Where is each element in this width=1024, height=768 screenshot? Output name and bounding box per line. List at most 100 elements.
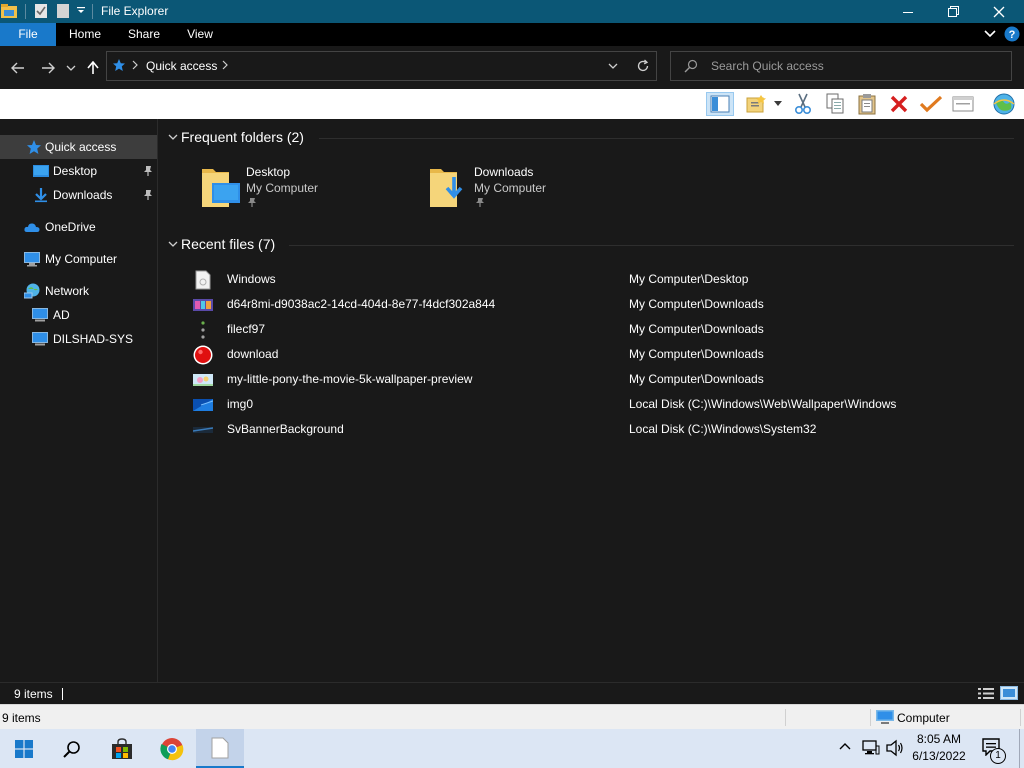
breadcrumb-quick-access[interactable]: Quick access bbox=[146, 59, 217, 73]
refresh-icon[interactable] bbox=[636, 59, 650, 73]
address-bar[interactable]: Quick access bbox=[106, 51, 657, 81]
show-desktop-button[interactable] bbox=[1019, 729, 1024, 768]
new-folder-icon[interactable] bbox=[57, 3, 69, 19]
cloud-icon bbox=[24, 223, 40, 232]
forward-arrow-icon bbox=[42, 62, 55, 73]
back-arrow-icon bbox=[11, 62, 24, 73]
computer-zone-icon bbox=[876, 710, 894, 724]
nav-item-my-computer[interactable]: My Computer bbox=[0, 247, 157, 271]
network-globe-icon[interactable] bbox=[990, 92, 1018, 116]
collapse-chevron-icon[interactable] bbox=[167, 239, 179, 249]
breadcrumb-chevron-icon[interactable] bbox=[131, 59, 139, 71]
help-icon[interactable]: ? bbox=[1004, 26, 1020, 42]
back-button[interactable] bbox=[6, 46, 30, 89]
group-divider bbox=[289, 245, 1014, 246]
list-item[interactable]: SvBannerBackground Local Disk (C:)\Windo… bbox=[193, 417, 1013, 442]
store-app-button[interactable] bbox=[98, 729, 146, 768]
forward-button[interactable] bbox=[36, 46, 60, 89]
status-divider bbox=[1020, 709, 1021, 726]
properties-icon[interactable] bbox=[34, 3, 48, 19]
file-location: Local Disk (C:)\Windows\System32 bbox=[629, 422, 817, 436]
computer-icon bbox=[32, 308, 48, 322]
list-item[interactable]: d64r8mi-d9038ac2-14cd-404d-8e77-f4dcf302… bbox=[193, 292, 1013, 317]
details-view-icon[interactable] bbox=[978, 687, 994, 700]
nav-item-quick-access[interactable]: Quick access bbox=[0, 135, 157, 159]
recent-locations-button[interactable] bbox=[64, 46, 78, 89]
notification-badge: 1 bbox=[990, 748, 1006, 764]
store-icon bbox=[112, 737, 132, 759]
list-item[interactable]: filecf97 My Computer\Downloads bbox=[193, 317, 1013, 342]
tab-home[interactable]: Home bbox=[62, 23, 108, 46]
desktop-folder-icon bbox=[33, 165, 49, 177]
outer-status-bar: 9 items Computer bbox=[0, 704, 1024, 729]
collapse-chevron-icon[interactable] bbox=[167, 132, 179, 142]
frequent-folders-header[interactable]: Frequent folders (2) bbox=[181, 129, 304, 149]
tab-share[interactable]: Share bbox=[122, 23, 166, 46]
nav-item-label: Quick access bbox=[45, 140, 117, 154]
nav-item-onedrive[interactable]: OneDrive bbox=[0, 215, 157, 239]
expand-ribbon-icon[interactable] bbox=[983, 29, 997, 39]
chrome-app-button[interactable] bbox=[148, 729, 196, 768]
nav-item-downloads[interactable]: Downloads bbox=[0, 183, 157, 207]
folder-app-icon bbox=[0, 3, 18, 19]
file-location: My Computer\Desktop bbox=[629, 272, 749, 286]
large-icons-view-icon[interactable] bbox=[1000, 686, 1018, 700]
address-history-chevron-icon[interactable] bbox=[607, 61, 619, 71]
nav-item-dilshad-sys[interactable]: DILSHAD-SYS bbox=[0, 327, 157, 351]
show-hidden-icons-chevron-icon[interactable] bbox=[838, 741, 852, 751]
pin-icon[interactable] bbox=[247, 197, 257, 207]
minimize-button[interactable] bbox=[885, 0, 931, 23]
properties-window-icon[interactable] bbox=[951, 92, 975, 116]
folder-tile-desktop[interactable]: Desktop My Computer bbox=[199, 163, 399, 219]
search-box[interactable]: Search Quick access bbox=[670, 51, 1012, 81]
new-item-icon[interactable] bbox=[744, 92, 768, 116]
list-item[interactable]: my-little-pony-the-movie-5k-wallpaper-pr… bbox=[193, 367, 1013, 392]
delete-icon[interactable] bbox=[887, 92, 911, 116]
nav-item-network[interactable]: Network bbox=[0, 279, 157, 303]
file-name: download bbox=[227, 347, 279, 361]
item-count: 9 items bbox=[14, 687, 53, 701]
clock[interactable]: 8:05 AM 6/13/2022 bbox=[908, 731, 970, 765]
start-button[interactable] bbox=[0, 729, 48, 768]
folder-tile-downloads[interactable]: Downloads My Computer bbox=[427, 163, 627, 219]
maximize-button[interactable] bbox=[930, 0, 976, 23]
volume-icon[interactable] bbox=[886, 739, 904, 757]
rename-checkmark-icon[interactable] bbox=[919, 92, 943, 116]
preview-pane-icon[interactable] bbox=[706, 92, 734, 116]
recent-files-header[interactable]: Recent files (7) bbox=[181, 236, 275, 256]
nav-item-desktop[interactable]: Desktop bbox=[0, 159, 157, 183]
new-item-dropdown-icon[interactable] bbox=[770, 92, 786, 116]
pin-icon[interactable] bbox=[142, 165, 154, 177]
search-button[interactable] bbox=[48, 729, 96, 768]
breadcrumb-chevron-icon[interactable] bbox=[221, 59, 229, 71]
file-explorer-app-button[interactable] bbox=[196, 729, 244, 768]
search-icon bbox=[63, 740, 80, 758]
computer-icon bbox=[24, 252, 40, 267]
paste-icon[interactable] bbox=[855, 92, 879, 116]
file-name: Windows bbox=[227, 272, 276, 286]
tab-file[interactable]: File bbox=[0, 23, 56, 46]
nav-item-label: AD bbox=[53, 308, 70, 322]
close-button[interactable] bbox=[976, 0, 1022, 23]
up-button[interactable] bbox=[84, 46, 102, 89]
customize-qat-icon[interactable] bbox=[76, 6, 86, 16]
dots-icon bbox=[201, 321, 205, 339]
cut-icon[interactable] bbox=[791, 92, 815, 116]
list-item[interactable]: img0 Local Disk (C:)\Windows\Web\Wallpap… bbox=[193, 392, 1013, 417]
tab-view[interactable]: View bbox=[180, 23, 220, 46]
title-divider bbox=[92, 4, 93, 19]
nav-item-ad[interactable]: AD bbox=[0, 303, 157, 327]
pin-icon[interactable] bbox=[475, 197, 485, 207]
network-status-icon[interactable] bbox=[862, 740, 880, 756]
file-name: img0 bbox=[227, 397, 254, 411]
navigation-pane: Quick access Desktop Downloads OneDrive … bbox=[0, 119, 158, 682]
list-item[interactable]: download My Computer\Downloads bbox=[193, 342, 1013, 367]
file-name: SvBannerBackground bbox=[227, 422, 344, 436]
pin-icon[interactable] bbox=[142, 189, 154, 201]
taskbar: 8:05 AM 6/13/2022 1 bbox=[0, 729, 1024, 768]
copy-icon[interactable] bbox=[823, 92, 847, 116]
list-item[interactable]: Windows My Computer\Desktop bbox=[193, 267, 1013, 292]
document-icon bbox=[195, 270, 211, 290]
network-icon bbox=[24, 283, 40, 299]
file-location: Local Disk (C:)\Windows\Web\Wallpaper\Wi… bbox=[629, 397, 897, 411]
